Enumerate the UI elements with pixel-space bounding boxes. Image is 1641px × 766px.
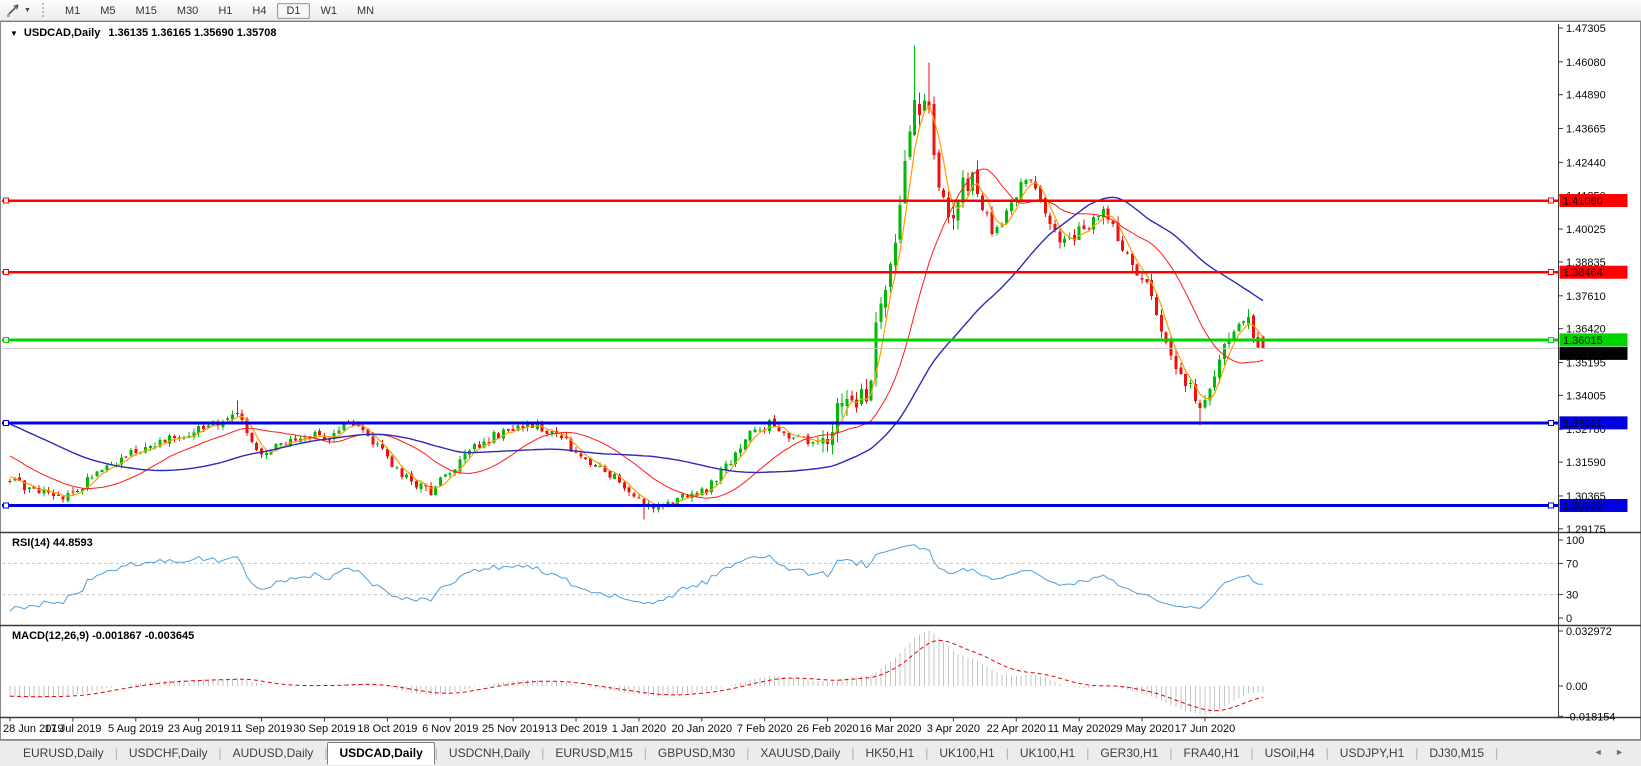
rsi-name: RSI(14) (12, 537, 50, 549)
chart-ohlc-values: 1.36135 1.36165 1.35690 1.35708 (108, 27, 276, 39)
resistance-line-lower[interactable] (2, 270, 1558, 275)
rsi-indicator-pane[interactable] (0, 533, 1641, 625)
timeframe-button-m30[interactable]: M30 (168, 3, 207, 19)
chart-menu-triangle-icon[interactable]: ▼ (10, 29, 18, 38)
macd-signal-line (10, 641, 1263, 711)
tab-scroll-right-icon[interactable]: ► (1610, 747, 1629, 757)
chart-tab-fra40-h1-12[interactable]: FRA40,H1 (1172, 743, 1250, 763)
rsi-line (10, 545, 1263, 612)
chart-tab-xauusd-daily-7[interactable]: XAUUSD,Daily (749, 743, 851, 763)
macd-histogram (10, 631, 1263, 714)
timeframe-button-m1[interactable]: M1 (56, 3, 89, 19)
chart-tab-uk100-h1-10[interactable]: UK100,H1 (1009, 743, 1086, 763)
tab-scroll-arrows: ◄ ► (1589, 747, 1629, 757)
chart-tab-usoil-h4-13[interactable]: USOil,H4 (1254, 743, 1326, 763)
resistance-line-upper[interactable] (2, 198, 1558, 203)
timeframe-button-h1[interactable]: H1 (209, 3, 241, 19)
rsi-label: RSI(14) 44.8593 (12, 537, 93, 549)
support-line-upper[interactable] (2, 420, 1558, 425)
timeframe-button-group: M1M5M15M30H1H4D1W1MN (55, 1, 384, 19)
chart-tabs: EURUSD,Daily|USDCHF,Daily|AUDUSD,Daily|U… (12, 741, 1498, 765)
chart-tab-uk100-h1-9[interactable]: UK100,H1 (928, 743, 1005, 763)
chart-tab-gbpusd-m30-6[interactable]: GBPUSD,M30 (647, 743, 746, 763)
timeframe-button-w1[interactable]: W1 (312, 3, 347, 19)
chart-tab-usdcad-daily-3[interactable]: USDCAD,Daily (327, 742, 434, 765)
macd-name: MACD(12,26,9) (12, 630, 89, 642)
price-chart-pane[interactable] (0, 24, 1641, 532)
chart-symbol-period: USDCAD,Daily (24, 27, 100, 39)
moving-average-18-line (10, 169, 1263, 498)
chart-tab-usdchf-daily-1[interactable]: USDCHF,Daily (118, 743, 219, 763)
support-line-lower[interactable] (2, 503, 1558, 508)
moving-average-4-line (10, 106, 1263, 506)
timeframe-button-m15[interactable]: M15 (127, 3, 166, 19)
pivot-line-green[interactable] (2, 337, 1558, 342)
timeframe-button-m5[interactable]: M5 (91, 3, 124, 19)
rsi-current-value: 44.8593 (53, 537, 93, 549)
macd-label: MACD(12,26,9) -0.001867 -0.003645 (12, 630, 194, 642)
timeframe-button-d1[interactable]: D1 (277, 3, 309, 19)
chart-tab-eurusd-daily-0[interactable]: EURUSD,Daily (12, 743, 115, 763)
top-toolbar: ▼ M1M5M15M30H1H4D1W1MN (0, 0, 1641, 21)
timeframe-button-h4[interactable]: H4 (243, 3, 275, 19)
tool-dropdown-caret-icon[interactable]: ▼ (24, 7, 31, 14)
chart-tab-audusd-daily-2[interactable]: AUDUSD,Daily (222, 743, 325, 763)
tab-scroll-left-icon[interactable]: ◄ (1589, 747, 1608, 757)
toolbar-grip-handle[interactable] (42, 3, 47, 17)
chart-tab-bar: EURUSD,Daily|USDCHF,Daily|AUDUSD,Daily|U… (0, 740, 1641, 766)
chart-tab-eurusd-m15-5[interactable]: EURUSD,M15 (544, 743, 643, 763)
tab-separator: | (1495, 743, 1498, 763)
chart-tab-usdcnh-daily-4[interactable]: USDCNH,Daily (438, 743, 541, 763)
chart-tab-hk50-h1-8[interactable]: HK50,H1 (855, 743, 926, 763)
candles-layer (9, 45, 1265, 519)
chart-tab-dj30-m15-15[interactable]: DJ30,M15 (1418, 743, 1495, 763)
trendline-tool-icon[interactable] (5, 2, 21, 18)
chart-tab-ger30-h1-11[interactable]: GER30,H1 (1089, 743, 1169, 763)
chart-title: ▼ USDCAD,Daily 1.36135 1.36165 1.35690 1… (10, 27, 277, 39)
timeframe-button-mn[interactable]: MN (348, 3, 383, 19)
macd-indicator-pane[interactable] (0, 626, 1641, 718)
macd-current-values: -0.001867 -0.003645 (92, 630, 194, 642)
chart-tab-usdjpy-h1-14[interactable]: USDJPY,H1 (1329, 743, 1415, 763)
